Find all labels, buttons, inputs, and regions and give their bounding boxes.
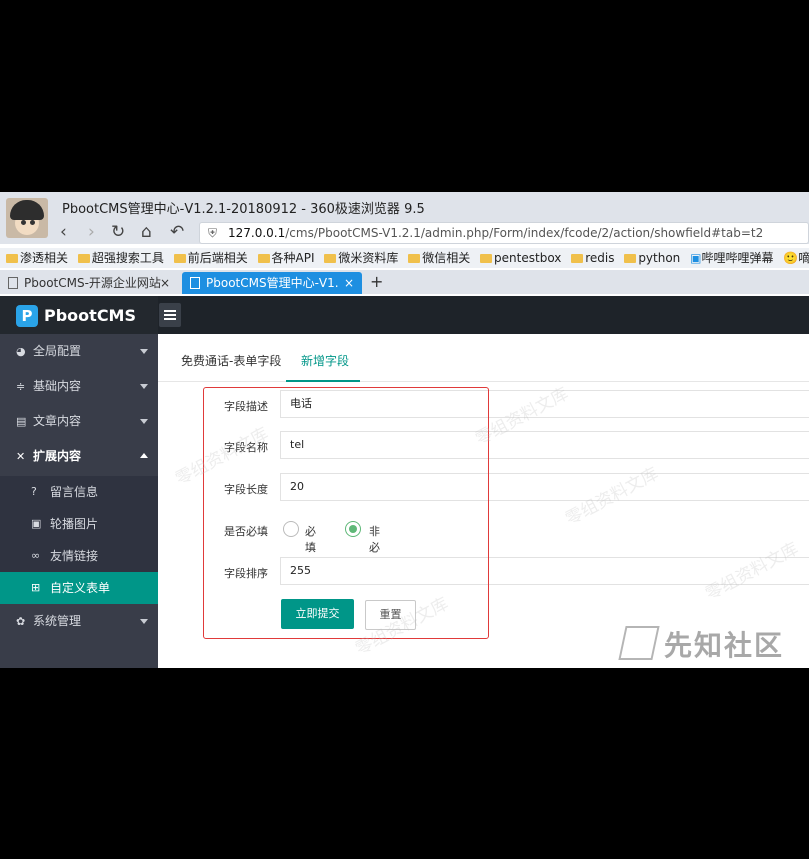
browser-tab-active[interactable]: PbootCMS管理中心-V1. × xyxy=(182,272,362,294)
back-icon[interactable]: ‹ xyxy=(60,224,67,241)
bookmark-item[interactable]: 超强搜索工具 xyxy=(77,248,164,268)
field-desc-input[interactable]: 电话 xyxy=(280,390,809,418)
question-icon: ? xyxy=(31,485,37,498)
tab-add-field[interactable]: 新增字段 xyxy=(301,352,349,369)
sidebar-item-system-management[interactable]: ✿ 系统管理 xyxy=(0,604,158,639)
bookmark-item[interactable]: 各种API xyxy=(257,248,315,268)
bookmark-item[interactable]: 微信相关 xyxy=(408,248,470,268)
sidebar-subitem-friend-links[interactable]: ∞ 友情链接 xyxy=(0,540,158,572)
sidebar: ◕ 全局配置 ≑ 基础内容 ▤ 文章内容 ✕ 扩展内容 ? 留言信息 ▣ 轮播图… xyxy=(0,334,158,668)
required-radio[interactable] xyxy=(283,521,299,537)
sliders-icon: ≑ xyxy=(16,380,26,393)
folder-icon xyxy=(6,254,18,263)
chevron-down-icon xyxy=(140,349,148,354)
shield-icon: ⛨ xyxy=(208,226,218,240)
bookmark-item[interactable]: 渗透相关 xyxy=(6,248,68,268)
page-icon xyxy=(8,277,18,289)
folder-icon xyxy=(257,254,270,263)
bilibili-icon: ▣ xyxy=(690,251,702,265)
browser-tabbar: PbootCMS-开源企业网站 × PbootCMS管理中心-V1. × xyxy=(0,270,809,294)
bookmark-item[interactable]: python xyxy=(624,248,680,268)
logo[interactable]: P PbootCMS xyxy=(0,296,158,334)
folder-icon xyxy=(173,254,186,263)
folder-icon xyxy=(571,254,584,263)
content-tabs: 免费通话-表单字段 新增字段 xyxy=(158,334,809,382)
page-icon xyxy=(190,277,200,289)
image-icon: ▣ xyxy=(31,517,42,530)
globe-icon: ◕ xyxy=(16,345,26,358)
folder-icon xyxy=(480,254,493,263)
sidebar-item-article-content[interactable]: ▤ 文章内容 xyxy=(0,404,158,439)
screenshot: PbootCMS管理中心-V1.2.1-20180912 - 360极速浏览器 … xyxy=(0,192,809,668)
bookmark-item[interactable]: 🙂嘀哩嘀 xyxy=(783,248,809,268)
undo-icon[interactable]: ↶ xyxy=(170,224,184,241)
sidebar-subitem-carousel[interactable]: ▣ 轮播图片 xyxy=(0,508,158,540)
xianzhi-logo: 先知社区 xyxy=(618,624,797,664)
bookmark-item[interactable]: 前后端相关 xyxy=(173,248,248,268)
bookmark-item[interactable]: redis xyxy=(571,248,614,268)
document-icon: ▤ xyxy=(16,415,27,428)
not-required-radio[interactable] xyxy=(345,521,361,537)
chevron-down-icon xyxy=(140,384,148,389)
folder-icon xyxy=(408,254,421,263)
reset-button[interactable]: 重置 xyxy=(365,600,416,630)
chevron-down-icon xyxy=(140,419,148,424)
sidebar-item-extended-content[interactable]: ✕ 扩展内容 xyxy=(0,439,158,474)
field-name-input[interactable]: tel xyxy=(280,431,809,459)
tab-form-fields[interactable]: 免费通话-表单字段 xyxy=(181,352,281,369)
bookmark-item[interactable]: ▣哔哩哔哩弹幕 xyxy=(690,248,773,268)
chevron-down-icon xyxy=(140,619,148,624)
required-radio-label[interactable]: 必填 xyxy=(305,523,316,555)
bookmarks-bar: 渗透相关 超强搜索工具 前后端相关 各种API 微米资料库 微信相关 pente… xyxy=(0,248,809,268)
field-length-input[interactable]: 20 xyxy=(280,473,809,501)
user-avatar[interactable] xyxy=(6,198,48,238)
new-tab-button[interactable]: + xyxy=(370,272,383,291)
sidebar-subitem-custom-form[interactable]: ⊞ 自定义表单 xyxy=(0,572,158,604)
close-icon[interactable]: × xyxy=(344,272,354,294)
sidebar-item-global-config[interactable]: ◕ 全局配置 xyxy=(0,334,158,369)
menu-toggle-icon[interactable] xyxy=(159,303,181,327)
xianzhi-logo-icon xyxy=(618,626,660,660)
form-icon: ⊞ xyxy=(31,581,41,594)
active-tab-indicator xyxy=(286,380,360,382)
submit-button[interactable]: 立即提交 xyxy=(281,599,354,629)
window-title: PbootCMS管理中心-V1.2.1-20180912 - 360极速浏览器 … xyxy=(62,202,425,217)
expand-icon: ✕ xyxy=(16,450,26,463)
refresh-icon[interactable]: ↻ xyxy=(111,224,125,241)
main-content: 免费通话-表单字段 新增字段 字段描述 电话 字段名称 tel 字段长度 20 … xyxy=(158,334,809,668)
logo-icon: P xyxy=(16,305,38,327)
url-host: 127.0.0.1 xyxy=(228,226,286,240)
home-icon[interactable]: ⌂ xyxy=(141,224,152,241)
close-icon[interactable]: × xyxy=(160,272,170,294)
folder-icon xyxy=(77,254,90,263)
browser-titlebar: PbootCMS管理中心-V1.2.1-20180912 - 360极速浏览器 … xyxy=(0,192,809,244)
xianzhi-logo-text: 先知社区 xyxy=(664,629,785,662)
logo-text: PbootCMS xyxy=(44,306,136,325)
order-input[interactable]: 255 xyxy=(280,557,809,585)
folder-icon xyxy=(624,254,637,263)
link-icon: ∞ xyxy=(31,549,41,562)
url-path: /cms/PbootCMS-V1.2.1/admin.php/Form/inde… xyxy=(285,226,764,240)
bookmark-item[interactable]: pentestbox xyxy=(480,248,561,268)
address-bar[interactable]: ⛨ 127.0.0.1/cms/PbootCMS-V1.2.1/admin.ph… xyxy=(199,222,809,244)
bookmark-item[interactable]: 微米资料库 xyxy=(324,248,398,268)
browser-tab[interactable]: PbootCMS-开源企业网站 × xyxy=(0,272,178,294)
forward-icon[interactable]: › xyxy=(88,224,95,241)
app-header: P PbootCMS xyxy=(0,296,809,334)
sidebar-subitem-messages[interactable]: ? 留言信息 xyxy=(0,476,158,508)
emoticon-icon: 🙂 xyxy=(783,251,799,265)
gear-icon: ✿ xyxy=(16,615,26,628)
folder-icon xyxy=(324,254,337,263)
sidebar-item-basic-content[interactable]: ≑ 基础内容 xyxy=(0,369,158,404)
chevron-up-icon xyxy=(140,453,148,458)
